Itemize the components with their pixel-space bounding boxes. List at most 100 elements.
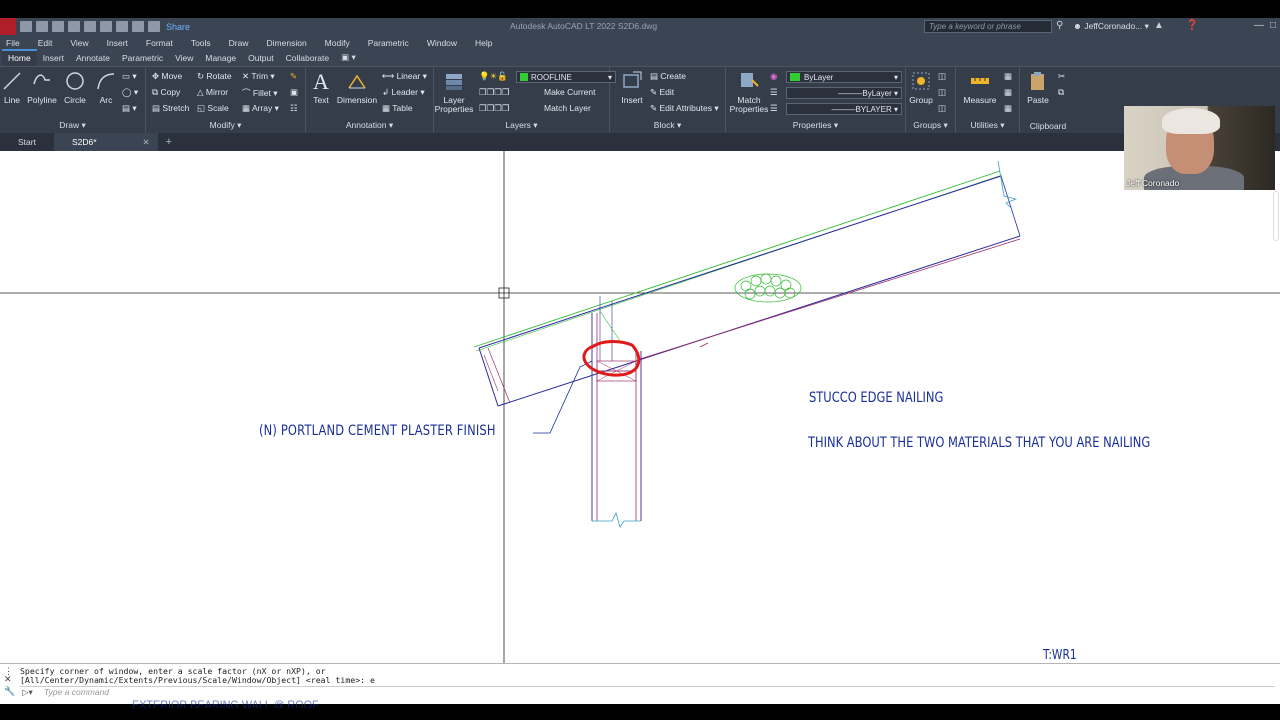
tab-insert[interactable]: Insert: [37, 51, 70, 66]
layer-properties-button[interactable]: Layer Properties: [433, 70, 475, 114]
autodesk-app-icon[interactable]: ▲: [1154, 20, 1164, 31]
autocad-logo-icon[interactable]: [0, 18, 16, 35]
edit-block-button[interactable]: ✎ Edit: [650, 87, 674, 98]
undo-icon[interactable]: [132, 21, 144, 32]
move-button[interactable]: ✥ Move: [152, 71, 182, 82]
explode-icon[interactable]: ▣: [290, 87, 298, 98]
menu-tools[interactable]: Tools: [191, 38, 211, 48]
menu-window[interactable]: Window: [427, 38, 457, 48]
group-selection-icon[interactable]: ◫: [938, 103, 946, 114]
quick-select-icon[interactable]: ▦: [1004, 71, 1012, 82]
save-web-icon[interactable]: [100, 21, 112, 32]
share-button[interactable]: Share: [166, 22, 190, 32]
erase-icon[interactable]: ✎: [290, 71, 297, 82]
menu-modify[interactable]: Modify: [325, 38, 350, 48]
tab-parametric[interactable]: Parametric: [116, 51, 169, 66]
search-icon[interactable]: ⚲: [1056, 20, 1063, 31]
dimension-button[interactable]: Dimension: [335, 70, 379, 105]
menu-dimension[interactable]: Dimension: [267, 38, 307, 48]
save-as-icon[interactable]: [68, 21, 80, 32]
modify-panel-label[interactable]: Modify ▾: [146, 120, 305, 131]
layer-tools-row1-icon[interactable]: ❒❒❒❒: [479, 87, 509, 98]
menu-format[interactable]: Format: [146, 38, 173, 48]
array-button[interactable]: ▦ Array ▾: [242, 103, 279, 114]
edit-attributes-button[interactable]: ✎ Edit Attributes ▾: [650, 103, 719, 114]
menu-view[interactable]: View: [70, 38, 88, 48]
insert-button[interactable]: Insert: [612, 70, 652, 105]
minimize-icon[interactable]: —: [1254, 20, 1264, 31]
match-properties-button[interactable]: Match Properties: [728, 70, 770, 114]
plot-icon[interactable]: [116, 21, 128, 32]
cut-icon[interactable]: ✂: [1058, 71, 1065, 82]
tab-output[interactable]: Output: [242, 51, 280, 66]
create-block-button[interactable]: ▤ Create: [650, 71, 686, 82]
linetype-icon[interactable]: ☰: [770, 87, 778, 98]
lineweight-icon[interactable]: ☰: [770, 103, 778, 114]
customize-command-icon[interactable]: 🔧: [4, 686, 15, 697]
linear-button[interactable]: ⟷ Linear ▾: [382, 71, 427, 82]
save-icon[interactable]: [52, 21, 64, 32]
trim-button[interactable]: ✕ Trim ▾: [242, 71, 275, 82]
stretch-button[interactable]: ▤ Stretch: [152, 103, 189, 114]
redo-icon[interactable]: [148, 21, 160, 32]
make-current-button[interactable]: Make Current: [544, 87, 596, 97]
table-button[interactable]: ▦ Table: [382, 103, 413, 114]
close-tab-icon[interactable]: ✕: [143, 137, 150, 147]
menu-insert[interactable]: Insert: [107, 38, 128, 48]
tab-annotate[interactable]: Annotate: [70, 51, 116, 66]
scale-button[interactable]: ◱ Scale: [197, 103, 229, 114]
open-file-icon[interactable]: [36, 21, 48, 32]
restore-icon[interactable]: □: [1270, 20, 1276, 31]
rotate-button[interactable]: ↻ Rotate: [197, 71, 232, 82]
group-button[interactable]: Group: [906, 70, 936, 105]
mirror-button[interactable]: △ Mirror: [197, 87, 228, 98]
color-wheel-icon[interactable]: ◉: [770, 71, 777, 82]
rectangle-icon[interactable]: ▭ ▾: [122, 71, 137, 82]
tab-start[interactable]: Start: [0, 133, 54, 151]
arc-button[interactable]: Arc: [86, 70, 126, 105]
color-dropdown[interactable]: ByLayer ▾: [786, 71, 902, 83]
groups-panel-label[interactable]: Groups ▾: [906, 120, 955, 131]
layer-tools-row2-icon[interactable]: ❒❒❒❒: [479, 103, 509, 114]
draw-panel-label[interactable]: Draw ▾: [0, 120, 145, 131]
tab-home[interactable]: Home: [2, 49, 37, 66]
linetype-dropdown[interactable]: ———ByLayer ▾: [786, 87, 902, 99]
fillet-button[interactable]: ⌒ Fillet ▾: [242, 87, 277, 99]
annotation-panel-label[interactable]: Annotation ▾: [306, 120, 433, 131]
workspace-switch-icon[interactable]: ▣ ▾: [335, 50, 362, 66]
menu-help[interactable]: Help: [475, 38, 492, 48]
tab-view[interactable]: View: [169, 51, 199, 66]
calculator-icon[interactable]: ▦: [1004, 103, 1012, 114]
ungroup-icon[interactable]: ◫: [938, 71, 946, 82]
menu-edit[interactable]: Edit: [38, 38, 53, 48]
paste-button[interactable]: Paste: [1020, 70, 1056, 105]
lineweight-dropdown[interactable]: ———BYLAYER ▾: [786, 103, 902, 115]
copy-clip-icon[interactable]: ⧉: [1058, 87, 1064, 98]
utilities-panel-label[interactable]: Utilities ▾: [956, 120, 1019, 131]
group-edit-icon[interactable]: ◫: [938, 87, 946, 98]
tab-manage[interactable]: Manage: [199, 51, 242, 66]
leader-button[interactable]: ↲ Leader ▾: [382, 87, 425, 98]
tab-collaborate[interactable]: Collaborate: [280, 51, 335, 66]
help-icon[interactable]: ❓: [1186, 20, 1198, 31]
match-layer-button[interactable]: Match Layer: [544, 103, 591, 113]
layer-state-icons[interactable]: 💡☀🔓: [479, 71, 508, 82]
measure-button[interactable]: Measure: [958, 70, 1002, 105]
close-command-icon[interactable]: ✕: [4, 674, 14, 685]
menu-draw[interactable]: Draw: [229, 38, 249, 48]
navigation-bar-handle[interactable]: [1273, 191, 1279, 241]
new-tab-icon[interactable]: +: [166, 136, 172, 148]
drawing-canvas[interactable]: (N) PORTLAND CEMENT PLASTER FINISH STUCC…: [0, 151, 1280, 663]
new-file-icon[interactable]: [20, 21, 32, 32]
copy-button[interactable]: ⧉ Copy: [152, 87, 180, 98]
point-style-icon[interactable]: ▦: [1004, 87, 1012, 98]
open-web-icon[interactable]: [84, 21, 96, 32]
hatch-icon[interactable]: ◯ ▾: [122, 87, 138, 98]
layers-panel-label[interactable]: Layers ▾: [434, 120, 609, 131]
offset-icon[interactable]: ☷: [290, 103, 298, 114]
menu-file[interactable]: File: [6, 38, 20, 48]
search-input[interactable]: Type a keyword or phrase: [924, 20, 1052, 33]
gradient-icon[interactable]: ▤ ▾: [122, 103, 137, 114]
layer-dropdown[interactable]: ROOFLINE ▾: [516, 71, 616, 83]
user-account-button[interactable]: ☻ JeffCoronado... ▾: [1073, 21, 1149, 32]
